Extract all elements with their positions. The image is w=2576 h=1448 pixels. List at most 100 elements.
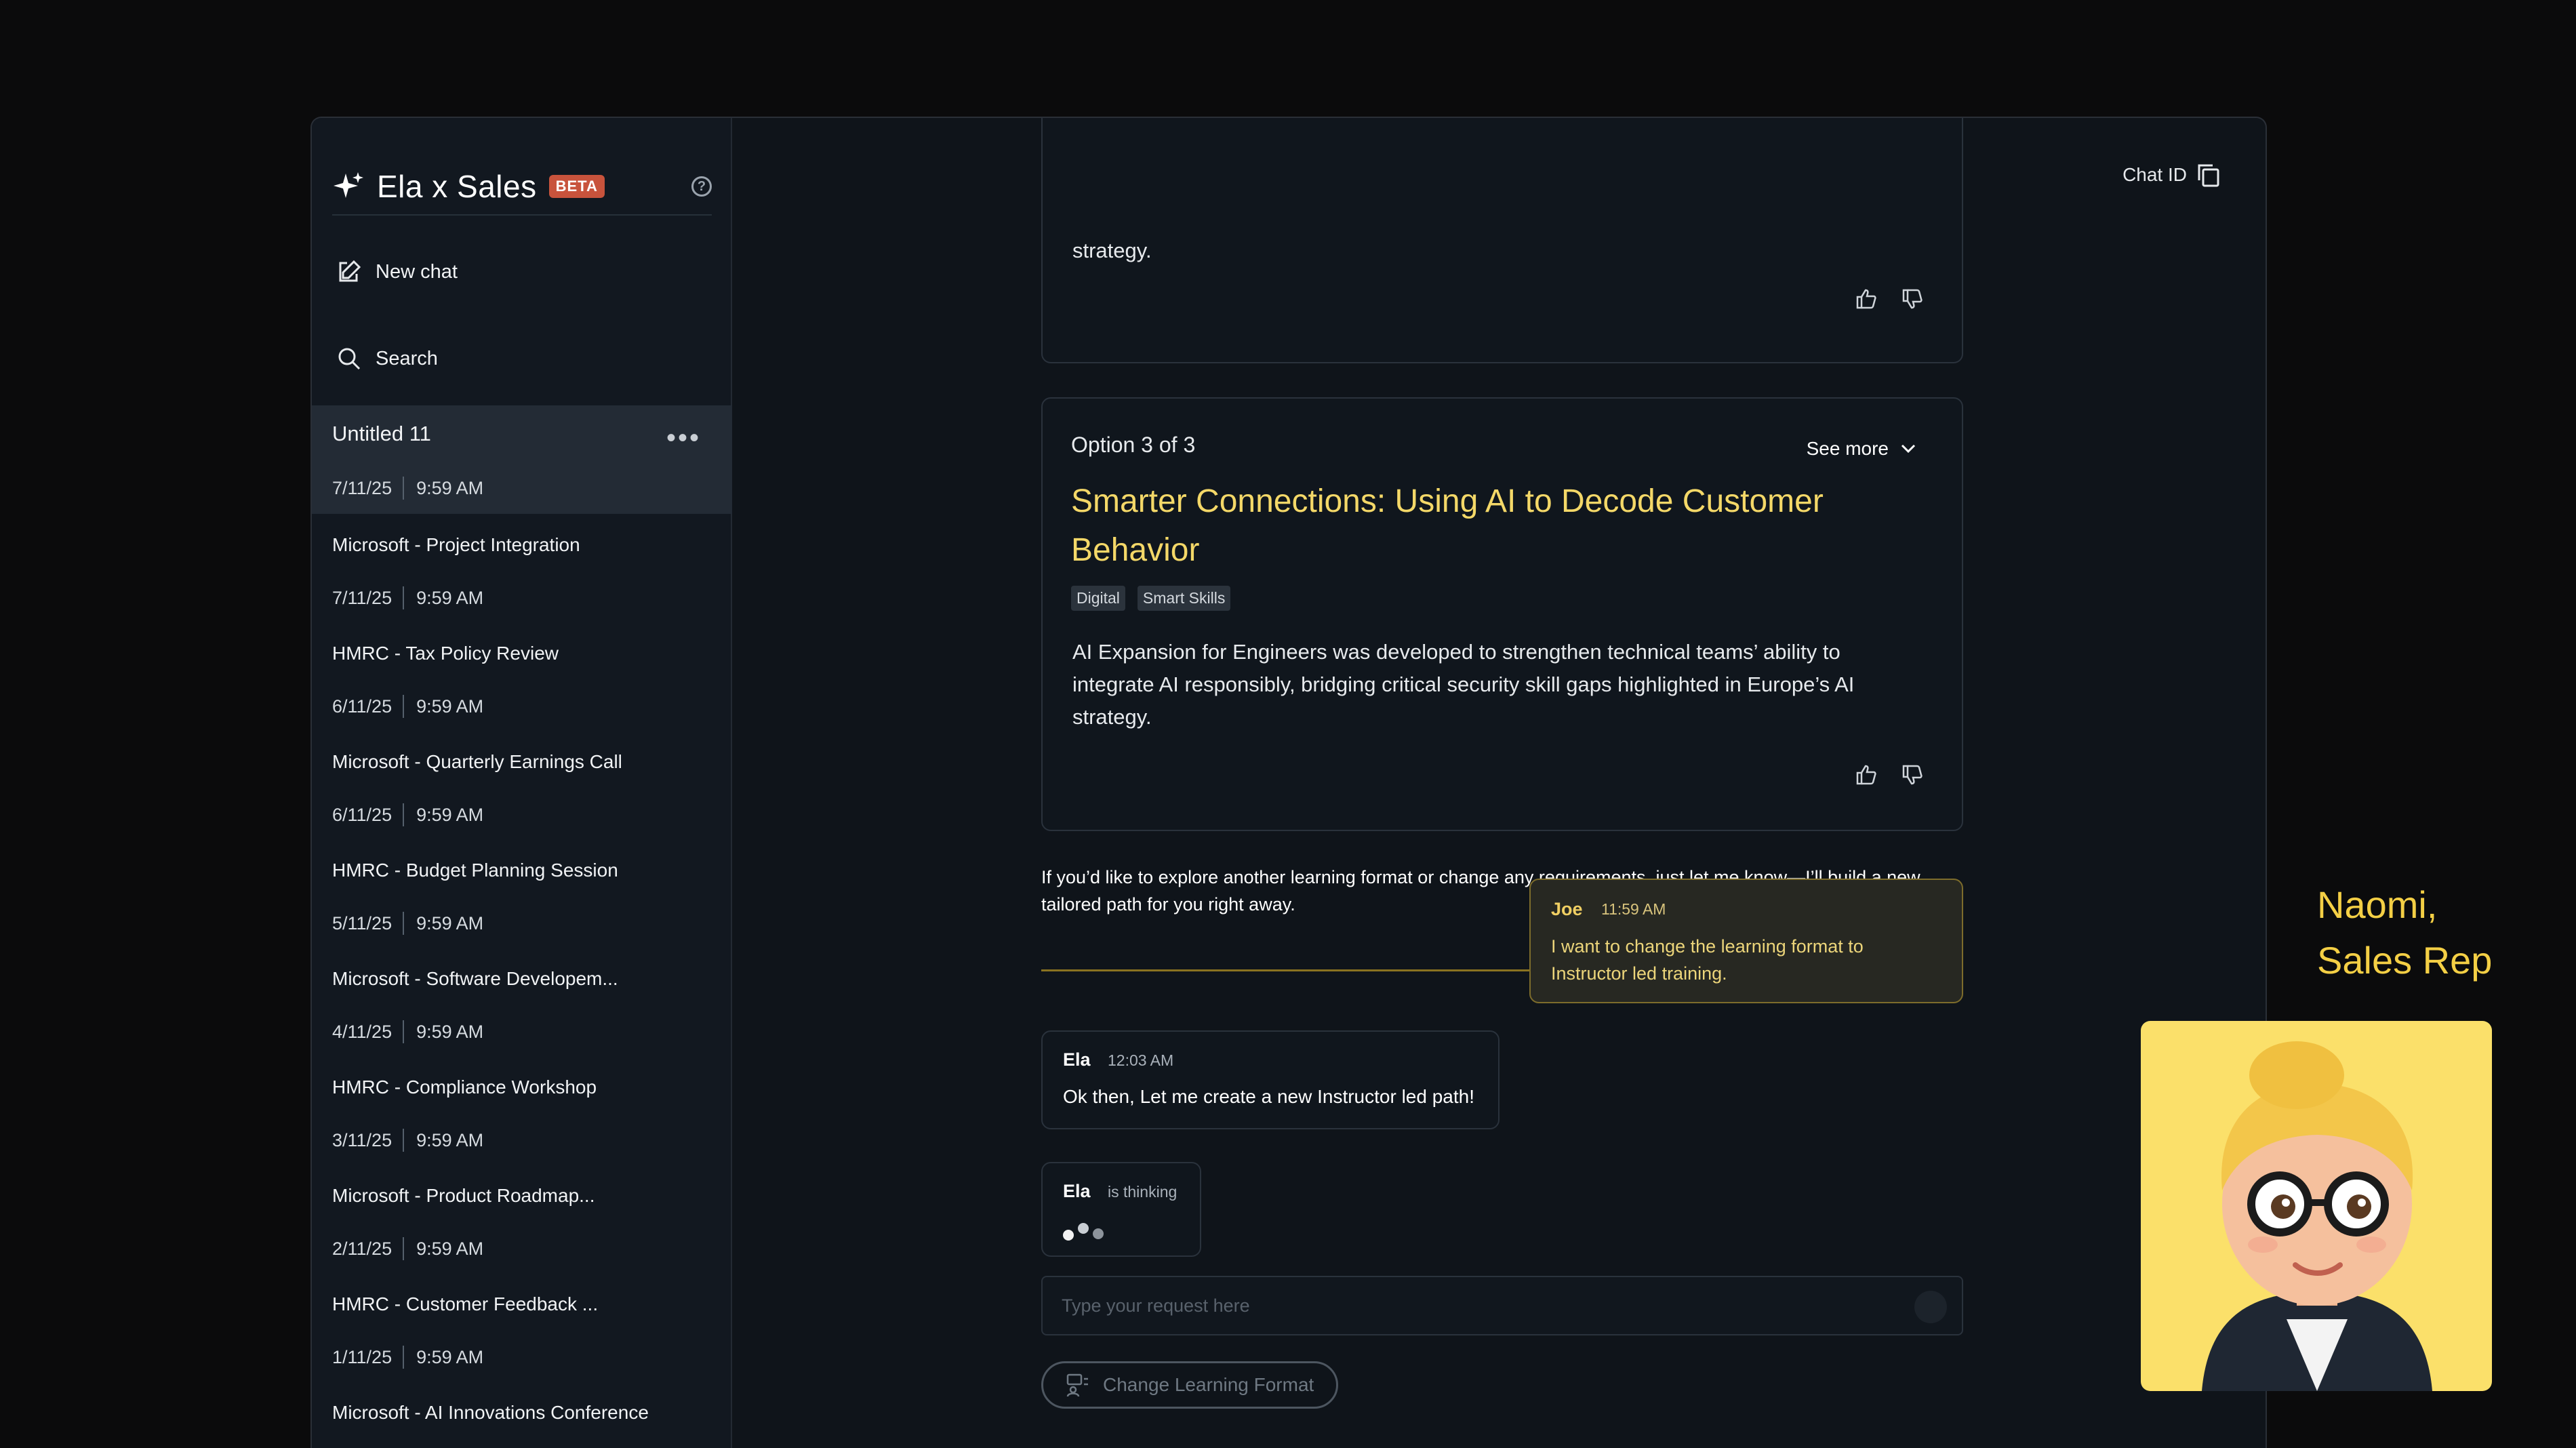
chat-meta: 3/11/25 9:59 AM	[332, 1129, 483, 1152]
chat-title: HMRC - Tax Policy Review	[332, 643, 559, 664]
chat-date: 3/11/25	[332, 1129, 393, 1150]
chat-date: 5/11/25	[332, 912, 393, 933]
chat-item[interactable]: HMRC - Tax Policy Review 6/11/25 9:59 AM	[312, 622, 732, 731]
chevron-down-icon	[1901, 444, 1916, 454]
presenter-caption: Naomi, Sales Rep	[2317, 877, 2492, 988]
chat-item[interactable]: Microsoft - Project Integration 7/11/25 9…	[312, 514, 732, 622]
chat-date: 7/11/25	[332, 477, 393, 498]
chat-meta: 6/11/25 9:59 AM	[332, 803, 483, 826]
assistant-message: Ela 12:03 AM Ok then, Let me create a ne…	[1041, 1030, 1500, 1129]
chat-title: HMRC - Budget Planning Session	[332, 860, 618, 881]
assistant-thinking: Ela is thinking	[1041, 1162, 1201, 1257]
sparkle-icon	[334, 172, 363, 198]
chat-meta: 6/11/25 9:59 AM	[332, 695, 483, 718]
option-card: Option 3 of 3 See more Smarter Connectio…	[1041, 397, 1963, 831]
chat-panel: Chat ID strategy. Option 3 of 3 See more…	[732, 118, 2266, 1448]
chat-title: Microsoft - Software Developem...	[332, 968, 618, 989]
tag: Smart Skills	[1137, 586, 1231, 611]
feedback-buttons	[1855, 287, 1924, 310]
search-icon	[338, 348, 361, 370]
chat-date: 4/11/25	[332, 1021, 393, 1042]
see-more-button[interactable]: See more	[1807, 438, 1918, 460]
chat-time: 9:59 AM	[416, 1238, 484, 1259]
message-author: Ela	[1063, 1181, 1091, 1201]
message-author: Joe	[1551, 899, 1583, 919]
copy-icon	[2198, 164, 2219, 187]
feedback-buttons	[1855, 763, 1924, 786]
message-time: 11:59 AM	[1601, 900, 1666, 918]
typing-indicator	[1063, 1222, 1110, 1242]
chat-title: Microsoft - AI Innovations Conference	[332, 1402, 649, 1423]
chat-time: 9:59 AM	[416, 1021, 484, 1042]
chat-meta: 4/11/25 9:59 AM	[332, 1020, 483, 1043]
chat-date: 1/11/25	[332, 1346, 393, 1367]
chat-date: 6/11/25	[332, 804, 393, 825]
chat-item[interactable]: Microsoft - Product Roadmap... 2/11/25 9:…	[312, 1165, 732, 1273]
chat-item[interactable]: Microsoft - Quarterly Earnings Call 6/11…	[312, 731, 732, 839]
thumbs-down-icon[interactable]	[1901, 763, 1924, 786]
chat-title: Untitled 11	[332, 422, 431, 445]
suggestion-chip-label: Change Learning Format	[1103, 1374, 1314, 1395]
chat-meta: 2/11/25 9:59 AM	[332, 1237, 483, 1260]
chat-item[interactable]: HMRC - Budget Planning Session 5/11/25 9:…	[312, 839, 732, 948]
chat-title: Microsoft - Project Integration	[332, 534, 580, 555]
chat-item[interactable]: HMRC - Compliance Workshop 3/11/25 9:59 A…	[312, 1056, 732, 1165]
help-icon[interactable]: ?	[691, 176, 712, 197]
search-label: Search	[376, 347, 438, 369]
chat-item[interactable]: HMRC - Customer Feedback ... 1/11/25 9:59…	[312, 1273, 732, 1382]
chat-time: 9:59 AM	[416, 1346, 484, 1367]
option-card-previous: strategy.	[1041, 118, 1963, 363]
chat-meta: 7/11/25 9:59 AM	[332, 477, 483, 500]
thinking-status: is thinking	[1108, 1183, 1178, 1201]
presenter-name: Naomi,	[2317, 883, 2438, 926]
more-options-icon[interactable]: •••	[666, 423, 701, 454]
chat-time: 9:59 AM	[416, 804, 484, 825]
chat-time: 9:59 AM	[416, 696, 484, 717]
chat-title: Microsoft - Product Roadmap...	[332, 1185, 595, 1206]
chat-meta: 7/11/25 9:59 AM	[332, 586, 483, 609]
chat-time: 9:59 AM	[416, 912, 484, 933]
app-window: Ela x Sales BETA ? New chat Search Untit…	[310, 117, 2267, 1448]
presenter-avatar	[2141, 1021, 2492, 1391]
message-author: Ela	[1063, 1049, 1091, 1070]
message-input[interactable]	[1062, 1291, 1875, 1321]
chat-date: 2/11/25	[332, 1238, 393, 1259]
option-title: Smarter Connections: Using AI to Decode …	[1071, 483, 1824, 568]
new-chat-button[interactable]: New chat	[336, 259, 458, 285]
chat-meta: 1/11/25 9:59 AM	[332, 1346, 483, 1369]
send-button[interactable]	[1914, 1291, 1947, 1323]
sidebar: Ela x Sales BETA ? New chat Search Untit…	[312, 118, 732, 1448]
tag: Digital	[1071, 586, 1125, 611]
chat-title: Microsoft - Quarterly Earnings Call	[332, 751, 622, 772]
chat-item[interactable]: Microsoft - AI Innovations Conference	[312, 1382, 732, 1448]
thumbs-down-icon[interactable]	[1901, 287, 1924, 310]
app-title: Ela x Sales	[377, 169, 537, 204]
chat-id-button[interactable]: Chat ID	[2122, 161, 2222, 188]
avatar-illustration	[2202, 1041, 2432, 1391]
learning-format-icon	[1066, 1373, 1088, 1397]
chat-item-untitled-11[interactable]: Untitled 11 ••• 7/11/25 9:59 AM	[312, 405, 732, 514]
option-description: strategy.	[1072, 239, 1152, 262]
message-text: I want to change the learning format to …	[1551, 936, 1864, 984]
chat-time: 9:59 AM	[416, 587, 484, 608]
thumbs-up-icon[interactable]	[1855, 287, 1878, 310]
thumbs-up-icon[interactable]	[1855, 763, 1878, 786]
message-text: Ok then, Let me create a new Instructor …	[1063, 1086, 1474, 1107]
chat-item[interactable]: Microsoft - Software Developem... 4/11/2…	[312, 948, 732, 1056]
option-label: Option 3 of 3	[1071, 433, 1196, 457]
chat-time: 9:59 AM	[416, 1129, 484, 1150]
chat-meta: 5/11/25 9:59 AM	[332, 912, 483, 935]
suggestion-chip[interactable]: Change Learning Format	[1041, 1361, 1338, 1409]
see-more-label: See more	[1806, 438, 1889, 459]
message-composer	[1041, 1276, 1963, 1335]
user-message: Joe 11:59 AM I want to change the learni…	[1529, 879, 1963, 1003]
chat-title: HMRC - Customer Feedback ...	[332, 1293, 599, 1314]
chat-date: 6/11/25	[332, 696, 393, 717]
chat-history-list: Untitled 11 ••• 7/11/25 9:59 AM Microsoft…	[312, 405, 732, 1448]
search-button[interactable]: Search	[336, 346, 438, 371]
option-description: AI Expansion for Engineers was developed…	[1072, 640, 1855, 729]
chat-title: HMRC - Compliance Workshop	[332, 1077, 597, 1098]
chat-time: 9:59 AM	[416, 477, 484, 498]
chat-id-label: Chat ID	[2122, 164, 2187, 185]
brand-header: Ela x Sales BETA ?	[332, 159, 712, 216]
